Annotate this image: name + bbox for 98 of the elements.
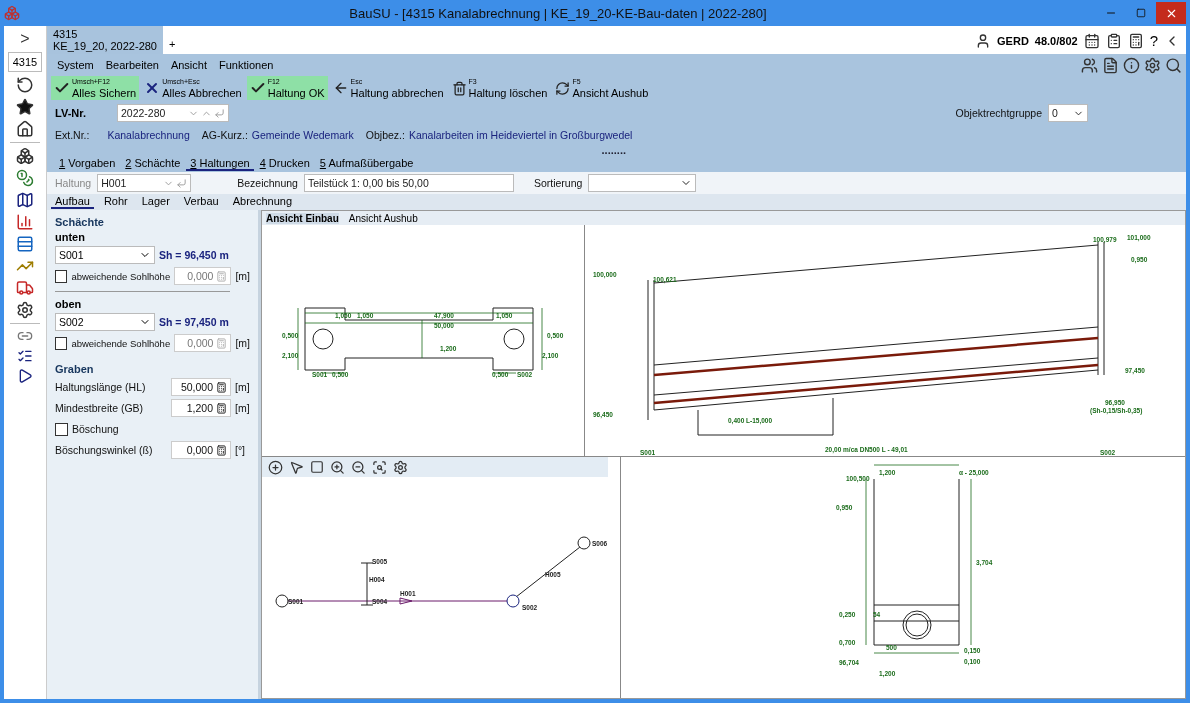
settings-icon[interactable] [1144, 56, 1161, 74]
refresh-icon [555, 80, 571, 96]
field-label: Objbez.: [365, 129, 405, 141]
close-button[interactable] [1156, 2, 1186, 24]
map-icon[interactable] [16, 191, 34, 209]
pointer-icon[interactable] [289, 459, 304, 475]
unit-label: [°] [235, 444, 246, 456]
history-icon[interactable] [16, 76, 34, 94]
view-tab[interactable]: Ansicht Aushub [348, 212, 418, 224]
zoom-out-icon[interactable] [351, 459, 366, 475]
client-name: Gemeinde Wedemark [251, 129, 354, 141]
calendar-icon[interactable] [1083, 32, 1100, 49]
user-name: GERD [997, 34, 1029, 47]
checkbox[interactable] [55, 269, 68, 283]
section-title: Graben [55, 363, 95, 375]
group-select[interactable]: 0 [1048, 104, 1088, 122]
table-icon[interactable] [16, 235, 34, 253]
document-tab[interactable]: 4315 KE_19_20, 2022-280 [47, 26, 163, 54]
more-button[interactable]: ........ [601, 144, 626, 156]
truck-icon[interactable] [16, 279, 34, 297]
settings-icon[interactable] [393, 459, 408, 475]
unit-label: [m] [235, 402, 250, 414]
field-label: Sortierung [533, 177, 583, 189]
section-title: Schächte [55, 216, 105, 228]
app-logo-icon [4, 5, 20, 21]
object-description: Kanalarbeiten im Heideviertel in Großburgwedel [408, 129, 633, 141]
star-icon[interactable] [16, 98, 34, 116]
number-field[interactable]: 4315 [8, 52, 42, 72]
checkbox-label: abweichende Sohlhöhe [71, 337, 171, 349]
expand-sidebar-button[interactable]: > [20, 30, 30, 48]
subtab[interactable]: Abrechnung [228, 195, 297, 209]
menu-item[interactable]: Funktionen [213, 59, 280, 71]
calculator-icon[interactable] [216, 381, 227, 393]
field-label: LV-Nr. [55, 107, 87, 119]
field-label: Mindestbreite (GB) [55, 402, 145, 414]
height-field[interactable]: 0,000 [174, 334, 232, 352]
sole-height: Sh = 97,450 m [159, 316, 229, 328]
menu-item[interactable]: Bearbeiten [99, 59, 165, 71]
number-field[interactable]: 50,000 [171, 378, 231, 396]
subtab[interactable]: Lager [137, 195, 174, 209]
trash-icon [451, 80, 467, 96]
height-field[interactable]: 0,000 [174, 267, 232, 285]
settings-icon[interactable] [16, 301, 34, 319]
field-label: unten [55, 231, 86, 243]
unit-label: [m] [235, 270, 250, 282]
checkbox[interactable] [55, 422, 68, 436]
calculator-icon[interactable] [1127, 32, 1144, 49]
subtab[interactable]: Verbau [179, 195, 223, 209]
zoom-in-icon[interactable] [330, 459, 345, 475]
number-field[interactable]: 1,200 [171, 399, 231, 417]
field-label: Haltungslänge (HL) [55, 381, 147, 393]
quota-text: 48.0/802 [1034, 34, 1078, 47]
add-tab-button[interactable]: + [163, 38, 182, 54]
search-icon[interactable] [1165, 56, 1182, 74]
play-icon[interactable] [17, 368, 33, 384]
maximize-icon[interactable] [1136, 8, 1146, 18]
sole-height: Sh = 96,450 m [159, 249, 229, 261]
help-button[interactable]: ? [1149, 32, 1158, 49]
checkbox-label: abweichende Sohlhöhe [71, 270, 171, 282]
field-label: Bezeichnung [237, 177, 298, 189]
tab[interactable]: 1 Vorgaben [55, 157, 120, 171]
menu-item[interactable]: Ansicht [164, 59, 213, 71]
calculator-icon[interactable] [216, 444, 227, 456]
field-label: Ext.Nr.: [55, 129, 90, 141]
menu-item[interactable]: System [51, 59, 100, 71]
modules-icon[interactable] [16, 147, 34, 165]
checkbox-label: Böschung [72, 423, 119, 435]
checkbox[interactable] [55, 336, 68, 350]
frame-icon[interactable] [310, 460, 324, 474]
bar-chart-icon[interactable] [16, 213, 34, 231]
field-label: Objektrechtgruppe [955, 107, 1042, 119]
calculator-icon[interactable] [216, 402, 227, 414]
users-icon[interactable] [1081, 56, 1098, 74]
unit-label: [m] [235, 337, 250, 349]
window-title: BauSU - [4315 Kanalabrechnung | KE_19_20-KE-Bau-daten | 2022-280] [348, 5, 768, 21]
clipboard-icon[interactable] [1105, 32, 1122, 49]
document-icon[interactable] [1102, 56, 1119, 74]
number-field[interactable]: 0,000 [171, 441, 231, 459]
ext-number: Kanalabrechnung [107, 129, 190, 141]
field-label: AG-Kurz.: [201, 129, 248, 141]
field-label: Böschungswinkel (ß) [55, 444, 154, 456]
field-label: oben [55, 298, 83, 310]
field-label: Haltung [55, 177, 92, 189]
tab[interactable]: 5 Aufmaßübergabe [315, 157, 418, 171]
view-tab[interactable]: Ansicht Einbau [266, 212, 339, 224]
description-field[interactable]: Teilstück 1: 0,00 bis 50,00 [303, 174, 514, 192]
unit-label: [m] [235, 381, 250, 393]
add-icon[interactable] [268, 459, 283, 475]
tab[interactable]: 4 Drucken [255, 157, 314, 171]
shaft-select[interactable]: S002 [55, 313, 155, 331]
home-icon[interactable] [16, 120, 34, 138]
list-icon[interactable] [17, 348, 33, 364]
info-icon[interactable] [1123, 56, 1140, 74]
zoom-fit-icon[interactable] [372, 459, 387, 475]
shaft-select[interactable]: S001 [55, 246, 155, 264]
subtab[interactable]: Rohr [99, 195, 132, 209]
tab[interactable]: 2 Schächte [121, 157, 185, 171]
coins-icon[interactable] [16, 169, 34, 187]
